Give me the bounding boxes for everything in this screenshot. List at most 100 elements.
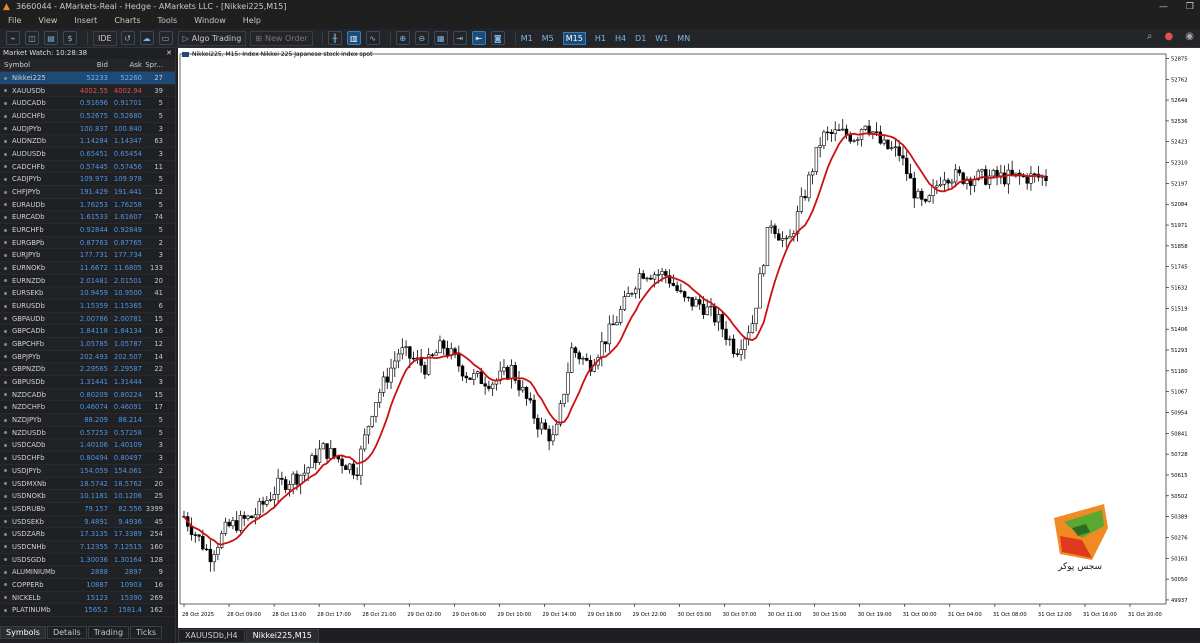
col-symbol[interactable]: Symbol xyxy=(0,59,76,71)
market-watch-row[interactable]: CADCHFb 0.57445 0.57456 11 xyxy=(0,160,175,174)
candle-body xyxy=(671,283,676,286)
menu-tools[interactable]: Tools xyxy=(157,14,177,28)
market-watch-row[interactable]: CHFJPYb 191.429 191.441 12 xyxy=(0,186,175,199)
market-watch-row[interactable]: COPPERb 10887 10903 16 xyxy=(0,579,175,592)
market-watch-row[interactable]: GBPCADb 1.84118 1.84134 16 xyxy=(0,325,175,339)
col-ask[interactable]: Ask xyxy=(108,59,143,71)
market-watch-row[interactable]: EURSEKb 10.9459 10.9500 41 xyxy=(0,287,175,301)
account-icon[interactable]: ◉ xyxy=(1185,31,1194,42)
tab-chart-xauusd[interactable]: XAUUSDb,H4 xyxy=(178,629,245,643)
screenshot-icon[interactable]: ◙ xyxy=(490,31,505,45)
market-watch-row[interactable]: NICKELb 15123 15390 269 xyxy=(0,591,175,605)
profiles-icon[interactable]: ◫ xyxy=(25,31,39,45)
market-watch-row[interactable]: AUDCADb 0.91696 0.91701 5 xyxy=(0,97,175,111)
market-watch-row[interactable]: USDSGDb 1.30036 1.30164 128 xyxy=(0,554,175,567)
new-chart-icon[interactable]: ⌁ xyxy=(6,31,20,45)
cloud-icon[interactable]: ☁ xyxy=(139,31,154,45)
close-icon[interactable]: ✕ xyxy=(166,48,172,59)
market-watch-row[interactable]: Nikkei225 52233 52260 27 xyxy=(0,72,175,85)
bar-chart-icon[interactable]: ╫ xyxy=(327,31,342,45)
market-watch-row[interactable]: PLATINUMb 1565.2 1581.4 162 xyxy=(0,604,175,617)
symbol-cell: AUDNZDb xyxy=(0,135,76,147)
market-watch-row[interactable]: AUDUSDb 0.65451 0.65454 3 xyxy=(0,148,175,161)
algo-trading-button[interactable]: ▷ Algo Trading xyxy=(177,30,247,46)
market-watch-row[interactable]: EURJPYb 177.731 177.734 3 xyxy=(0,249,175,263)
menu-view[interactable]: View xyxy=(38,14,57,28)
symbol-status-icon xyxy=(4,482,7,485)
market-watch-row[interactable]: EURAUDb 1.76253 1.76258 5 xyxy=(0,199,175,212)
market-watch-row[interactable]: USDNOKb 10.1181 10.1206 25 xyxy=(0,490,175,503)
tab-ticks[interactable]: Ticks xyxy=(130,626,163,639)
tab-symbols[interactable]: Symbols xyxy=(0,626,46,639)
market-watch-row[interactable]: GBPUSDb 1.31441 1.31444 3 xyxy=(0,376,175,389)
menu-window[interactable]: Window xyxy=(194,14,226,28)
candle-body xyxy=(487,385,491,389)
chart-shift-icon[interactable]: ⇤ xyxy=(471,31,486,45)
market-watch-row[interactable]: USDCNHb 7.12355 7.12515 160 xyxy=(0,540,175,554)
tf-h4[interactable]: H4 xyxy=(615,34,626,43)
line-chart-icon[interactable]: ∿ xyxy=(365,31,380,45)
tf-h1[interactable]: H1 xyxy=(595,34,606,43)
market-watch-row[interactable]: GBPAUDb 2.00786 2.00781 15 xyxy=(0,312,175,326)
market-watch-row[interactable]: EURNOKb 11.6672 11.6805 133 xyxy=(0,262,175,275)
market-watch-row[interactable]: EURCADb 1.61533 1.61607 74 xyxy=(0,211,175,225)
zoom-out-icon[interactable]: ⊖ xyxy=(414,31,429,45)
market-watch-row[interactable]: NZDCADb 0.80209 0.80224 15 xyxy=(0,388,175,402)
market-watch-row[interactable]: USDSEKb 9.4891 9.4936 45 xyxy=(0,515,175,529)
market-watch-row[interactable]: AUDJPYb 100.837 100.840 3 xyxy=(0,123,175,136)
market-watch-row[interactable]: AUDNZDb 1.14284 1.14347 63 xyxy=(0,135,175,149)
tab-chart-nikkei[interactable]: Nikkei225,M15 xyxy=(245,629,319,643)
market-watch-row[interactable]: GBPNZDb 2.29565 2.29587 22 xyxy=(0,363,175,377)
history-icon[interactable]: ↺ xyxy=(120,31,135,45)
market-watch-row[interactable]: NZDCHFb 0.46074 0.46091 17 xyxy=(0,401,175,415)
col-spread[interactable]: Spr... xyxy=(142,59,166,71)
market-watch-row[interactable]: USDCADb 1.40106 1.40109 3 xyxy=(0,439,175,453)
market-watch-row[interactable]: NZDJPYb 88.209 88.214 5 xyxy=(0,414,175,427)
market-watch-row[interactable]: GBPCHFb 1.05785 1.05787 12 xyxy=(0,338,175,351)
market-watch-row[interactable]: EURCHFb 0.92844 0.92849 5 xyxy=(0,224,175,237)
new-order-button[interactable]: ⊞ New Order xyxy=(250,30,313,46)
market-watch-row[interactable]: AUDCHFb 0.52675 0.52680 5 xyxy=(0,110,175,123)
minimize-icon[interactable]: — xyxy=(1159,0,1168,14)
market-watch-row[interactable]: USDCHFb 0.80494 0.80497 3 xyxy=(0,452,175,465)
market-watch-row[interactable]: XAUUSDb 4002.55 4002.94 39 xyxy=(0,84,175,98)
ask-cell: 0.87765 xyxy=(113,238,142,247)
autoscroll-icon[interactable]: ⇥ xyxy=(452,31,467,45)
market-watch-row[interactable]: USDJPYb 154.059 154.061 2 xyxy=(0,464,175,478)
ide-button[interactable]: IDE xyxy=(93,30,117,46)
menu-charts[interactable]: Charts xyxy=(114,14,140,28)
tf-w1[interactable]: W1 xyxy=(655,34,668,43)
market-watch-row[interactable]: EURUSDb 1.15359 1.15365 6 xyxy=(0,300,175,313)
market-watch-row[interactable]: EURNZDb 2.01481 2.01501 20 xyxy=(0,275,175,288)
bid-cell: 10.1181 xyxy=(79,492,108,501)
notifications-icon[interactable]: ● xyxy=(1165,31,1174,42)
tf-d1[interactable]: D1 xyxy=(635,34,646,43)
col-bid[interactable]: Bid xyxy=(76,59,108,71)
market-watch-row[interactable]: ALUMINIUMb 2888 2897 9 xyxy=(0,566,175,579)
market-watch-row[interactable]: USDZARb 17.3135 17.3389 254 xyxy=(0,528,175,541)
tf-m15[interactable]: M15 xyxy=(562,31,586,45)
market-watch-row[interactable]: NZDUSDb 0.57253 0.57258 5 xyxy=(0,427,175,440)
strategy-icon[interactable]: ▤ xyxy=(44,31,58,45)
candlestick-chart-icon[interactable]: ▥ xyxy=(346,31,361,45)
tab-details[interactable]: Details xyxy=(46,626,87,639)
market-watch-row[interactable]: GBPJPYb 202.493 202.507 14 xyxy=(0,351,175,364)
tab-trading[interactable]: Trading xyxy=(87,626,130,639)
spread-cell: 5 xyxy=(158,112,163,121)
market-watch-row[interactable]: EURGBPb 0.87763 0.87765 2 xyxy=(0,236,175,250)
grid-icon[interactable]: ▦ xyxy=(433,31,448,45)
market-watch-row[interactable]: USDRUBb 79.157 82.556 3399 xyxy=(0,503,175,516)
tf-m1[interactable]: M1 xyxy=(521,34,533,43)
market-watch-row[interactable]: USDMXNb 18.5742 18.5762 20 xyxy=(0,478,175,491)
menu-help[interactable]: Help xyxy=(243,14,261,28)
tf-mn[interactable]: MN xyxy=(677,34,690,43)
vps-icon[interactable]: ▭ xyxy=(158,31,173,45)
zoom-in-icon[interactable]: ⊕ xyxy=(395,31,410,45)
market-watch-row[interactable]: CADJPYb 109.973 109.978 5 xyxy=(0,173,175,187)
search-icon[interactable]: ⌕ xyxy=(1147,31,1153,42)
tf-m5[interactable]: M5 xyxy=(542,34,554,43)
market-watch-icon[interactable]: $ xyxy=(63,31,77,45)
restore-icon[interactable]: ❐ xyxy=(1186,0,1194,14)
menu-insert[interactable]: Insert xyxy=(74,14,97,28)
menu-file[interactable]: File xyxy=(8,14,21,28)
